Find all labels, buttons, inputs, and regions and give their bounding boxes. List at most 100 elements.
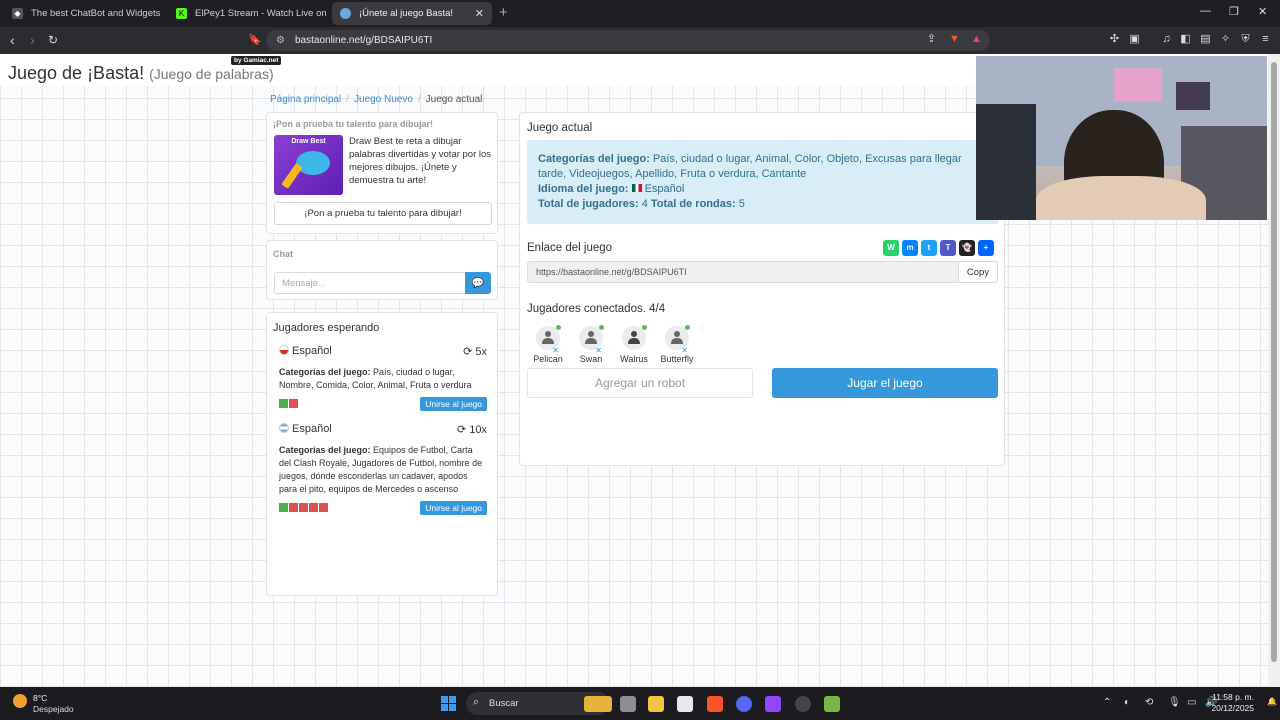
brave-shields-icon[interactable]: ▼	[948, 33, 961, 46]
network-icon[interactable]: ▭	[1187, 697, 1196, 708]
close-window-icon[interactable]: ✕	[1258, 5, 1267, 18]
play-game-button[interactable]: Jugar el juego	[772, 368, 998, 398]
restore-icon[interactable]: ❐	[1229, 5, 1239, 18]
minimize-icon[interactable]: —	[1200, 5, 1211, 17]
share-icon[interactable]: ⇪	[925, 33, 938, 46]
categories-label: Categorías del juego:	[538, 153, 650, 165]
teams-share-icon[interactable]: T	[940, 240, 956, 256]
close-tab-icon[interactable]: ✕	[475, 7, 484, 20]
brave-browser-icon[interactable]	[707, 696, 723, 712]
music-icon[interactable]: ♫	[1160, 33, 1173, 46]
wallet-icon[interactable]: ▤	[1199, 33, 1212, 46]
player-chip: ✕ Butterfly	[656, 325, 698, 364]
screenshot-icon[interactable]: ▣	[1128, 33, 1141, 46]
player-name: Butterfly	[660, 354, 694, 364]
draw-best-image[interactable]: Draw Best	[274, 135, 343, 195]
discord-icon[interactable]	[736, 696, 752, 712]
obs-clapper-icon[interactable]	[765, 696, 781, 712]
player-chip: ✕ Pelican	[527, 325, 569, 364]
weather-icon[interactable]	[13, 694, 27, 708]
task-view-icon[interactable]	[620, 696, 636, 712]
sidebar-icon[interactable]: ◧	[1179, 33, 1192, 46]
windows-start-icon[interactable]	[441, 696, 457, 712]
remove-player-icon[interactable]: ✕	[595, 346, 602, 355]
join-game-button[interactable]: Unirse al juego	[420, 397, 487, 411]
game-link-field[interactable]	[527, 261, 959, 283]
reload-icon[interactable]: ↻	[48, 32, 58, 48]
join-game-button[interactable]: Unirse al juego	[420, 501, 487, 515]
wall-poster	[1176, 82, 1210, 110]
back-icon[interactable]: ‹	[10, 32, 15, 48]
tray-app-icon[interactable]: ◐	[1124, 697, 1130, 708]
streamer-body	[1036, 176, 1206, 220]
minecraft-icon[interactable]	[824, 696, 840, 712]
player-name: Swan	[579, 354, 603, 364]
page-scrollbar[interactable]	[1268, 54, 1280, 687]
weather-temperature: 8°C	[33, 693, 48, 703]
vpn-icon[interactable]: ⛨	[1239, 33, 1252, 46]
player-joined-icon	[279, 503, 288, 512]
microphone-icon[interactable]: 🎙	[1168, 697, 1181, 708]
remove-player-icon[interactable]: ✕	[681, 346, 688, 355]
tray-sync-icon[interactable]: ⟲	[1145, 697, 1153, 708]
more-share-icon[interactable]: +	[978, 240, 994, 256]
online-status-icon	[599, 325, 604, 330]
news-widget-icon[interactable]	[584, 696, 612, 712]
draw-best-logo-text: Draw Best	[291, 138, 326, 145]
game-info-box: Categorías del juego: País, ciudad o lug…	[527, 140, 999, 224]
copy-link-button[interactable]: Copy	[958, 261, 998, 283]
address-bar[interactable]: ⚙ bastaonline.net/g/BDSAIPU6TI	[266, 30, 990, 51]
page-title[interactable]: Juego de ¡Basta! (Juego de palabras)	[8, 63, 274, 84]
site-settings-icon[interactable]: ⚙	[276, 30, 285, 51]
menu-icon[interactable]: ≡	[1259, 33, 1272, 46]
file-explorer-icon[interactable]	[648, 696, 664, 712]
tray-overflow-icon[interactable]: ⌃	[1103, 697, 1111, 708]
snapchat-share-icon[interactable]: 👻	[959, 240, 975, 256]
promo-text: Draw Best te reta a dibujar palabras div…	[349, 136, 492, 186]
wall-poster	[1114, 68, 1162, 102]
add-robot-button[interactable]: Agregar un robot	[527, 368, 753, 398]
player-slot-icon	[299, 503, 308, 512]
remove-player-icon[interactable]: ✕	[552, 346, 559, 355]
extensions-icon[interactable]: ✣	[1108, 33, 1121, 46]
windows-taskbar: 8°C Despejado ⌕ Buscar ⌃ ◐ ⟲ 🎙 ▭ 🔊 11:58…	[0, 687, 1280, 720]
store-icon[interactable]	[677, 696, 693, 712]
whatsapp-share-icon[interactable]: W	[883, 240, 899, 256]
tab-kick[interactable]: K ElPey1 Stream - Watch Live on Kick	[168, 2, 326, 25]
globe-favicon-icon	[340, 8, 351, 19]
messenger-share-icon[interactable]: m	[902, 240, 918, 256]
online-status-icon	[642, 325, 647, 330]
draw-best-button[interactable]: ¡Pon a prueba tu talento para dibujar!	[274, 202, 492, 225]
waiting-games-panel: Jugadores esperando Español ⟳ 5x Categor…	[266, 312, 498, 596]
send-message-button[interactable]: 💬	[465, 272, 491, 294]
forward-icon[interactable]: ›	[30, 32, 35, 48]
obs-studio-icon[interactable]	[795, 696, 811, 712]
tab-basta[interactable]: ¡Únete al juego Basta! ✕	[332, 2, 492, 25]
taskbar-clock[interactable]: 11:58 p. m. 20/12/2025	[1211, 692, 1254, 714]
avatar	[622, 325, 647, 350]
new-tab-icon[interactable]: +	[499, 4, 508, 21]
breadcrumb-new-game[interactable]: Juego Nuevo	[354, 94, 413, 105]
brave-rewards-icon[interactable]: ▲	[970, 33, 983, 46]
leo-ai-icon[interactable]: ✧	[1219, 33, 1232, 46]
weather-description: Despejado	[33, 704, 74, 714]
game-rounds: 5x	[475, 346, 487, 358]
twitter-share-icon[interactable]: t	[921, 240, 937, 256]
promo-heading: ¡Pon a prueba tu talento para dibujar!	[273, 119, 434, 129]
site-title-sub: (Juego de palabras)	[149, 66, 274, 82]
gamiac-badge[interactable]: by Gamiac.net	[231, 56, 282, 65]
rounds-icon: ⟳	[456, 424, 467, 436]
search-label: Buscar	[489, 698, 519, 709]
breadcrumb-home[interactable]: Página principal	[270, 94, 341, 105]
chat-message-input[interactable]	[274, 272, 466, 294]
mexico-flag-icon	[631, 184, 642, 192]
tab-title: The best ChatBot and Widgets for Kic	[31, 8, 162, 19]
tab-chatbot[interactable]: ◆ The best ChatBot and Widgets for Kic	[4, 2, 162, 25]
player-chip: Walrus	[613, 325, 655, 364]
player-chip: ✕ Swan	[570, 325, 612, 364]
rounds-icon: ⟳	[463, 346, 473, 358]
scrollbar-thumb[interactable]	[1271, 62, 1277, 662]
argentina-flag-icon	[279, 423, 289, 433]
bookmark-icon[interactable]: 🔖	[248, 32, 262, 48]
notifications-icon[interactable]: 🔔	[1267, 697, 1277, 706]
